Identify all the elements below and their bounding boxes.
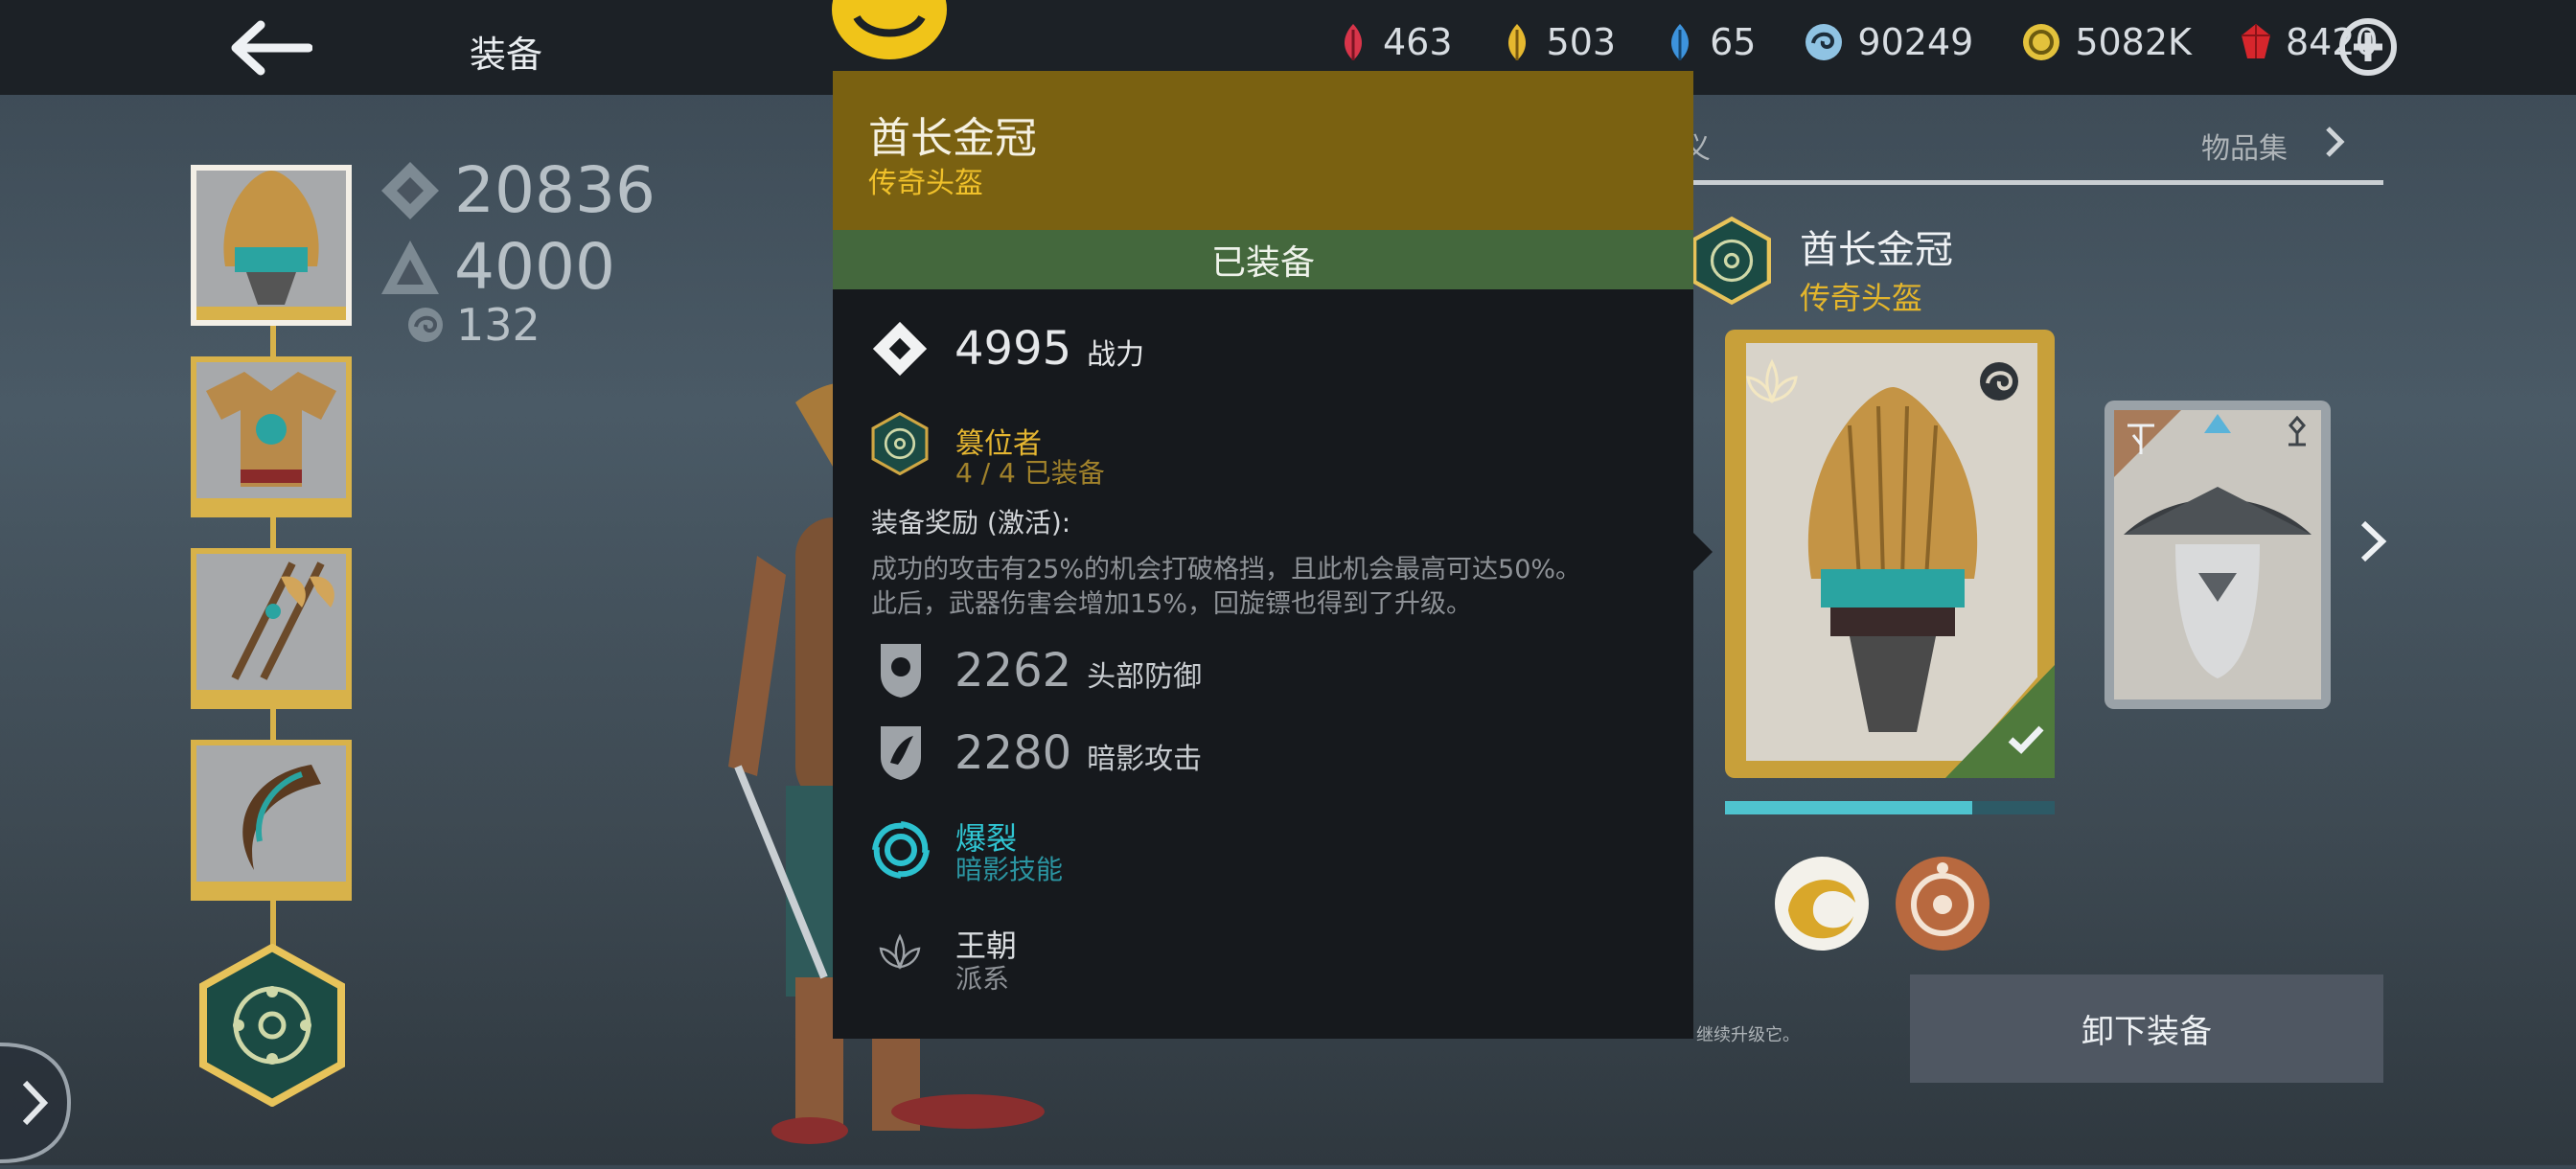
currency-gold-feather[interactable]: 503 [1501, 21, 1616, 63]
shadow-skill-icon[interactable] [1894, 855, 1991, 952]
panel-pointer [1693, 533, 1713, 571]
gold-feather-icon [1507, 24, 1526, 60]
currency-blue-feather[interactable]: 65 [1664, 21, 1756, 63]
skill-type: 暗影技能 [955, 854, 1064, 885]
expand-drawer-button[interactable] [0, 1041, 73, 1165]
head-defense-stat: 2262 头部防御 [954, 644, 1203, 698]
blue-feather-icon [1671, 24, 1690, 60]
unequip-button[interactable]: 卸下装备 [1910, 974, 2383, 1083]
upgrade-progress-fill [1725, 801, 1972, 814]
triangle-marker-icon [2204, 414, 2231, 433]
boomerang-icon [242, 765, 321, 870]
set-hexagon-icon[interactable] [199, 944, 345, 1107]
item-set-hexagon-icon [1692, 216, 1771, 306]
power-diamond-icon [381, 161, 439, 219]
shadow-attack-stat: 2280 暗影攻击 [954, 726, 1203, 780]
item-subtitle-right: 传奇头盔 [1800, 280, 1923, 316]
tab-collection[interactable]: 物品集 [2201, 125, 2288, 167]
burst-skill-icon[interactable] [1773, 855, 1871, 952]
currency-bar: 463 503 65 90249 5082K 8420 [1337, 21, 2379, 63]
shadow-attack-icon [881, 726, 921, 780]
back-arrow-icon [231, 20, 313, 76]
bonus-title: 装备奖励 (激活): [871, 507, 1071, 539]
total-power-stat: 20836 [380, 153, 656, 227]
set-count: 4 / 4 已装备 [955, 457, 1105, 489]
chevron-right-icon[interactable] [2322, 125, 2347, 159]
page-title: 装备 [470, 34, 543, 76]
item-name-right: 酋长金冠 [1800, 228, 1953, 272]
back-button[interactable] [230, 19, 313, 77]
next-item-chevron-icon[interactable] [2356, 517, 2390, 565]
upgrade-progress-bar [1725, 801, 2055, 814]
bonus-desc-line1: 成功的攻击有25%的机会打破格挡，且此机会最高可达50%。 [871, 555, 1582, 584]
slot-armor[interactable] [191, 356, 352, 517]
spearhead-icon [2128, 424, 2154, 454]
equipped-status-bar: 已装备 [833, 230, 1693, 289]
head-defense-icon [881, 644, 921, 698]
power-diamond-icon [872, 321, 928, 377]
slot-weapon[interactable] [191, 548, 352, 709]
upgrade-footnote: 继续升级它。 [1696, 1025, 1800, 1045]
ruby-icon [2241, 24, 2270, 58]
gold-emblem-icon [832, 0, 947, 59]
headdress-icon [1807, 387, 1978, 732]
gold-coin-icon [2023, 24, 2060, 60]
chevron-right-icon [0, 1043, 72, 1163]
currency-coin[interactable]: 5082K [2021, 21, 2192, 63]
tooltip-item-name: 酋长金冠 [868, 114, 1037, 163]
defense-triangle-icon [381, 240, 439, 294]
lotus-faction-icon [879, 933, 921, 970]
item-power-stat: 4995 战力 [954, 322, 1145, 376]
hat-icon [2124, 487, 2312, 678]
dual-axe-icon [231, 562, 334, 680]
red-feather-icon [1344, 24, 1363, 60]
set-hexagon-icon [871, 412, 929, 475]
currency-red-feather[interactable]: 463 [1337, 21, 1453, 63]
slot-ranged[interactable] [191, 740, 352, 901]
add-currency-button[interactable] [2338, 17, 2398, 77]
slot-helmet[interactable] [191, 165, 352, 326]
faction-type: 派系 [955, 963, 1010, 995]
total-level-stat: 132 [406, 299, 540, 351]
total-defense-stat: 4000 [380, 230, 615, 304]
armor-icon [206, 372, 336, 487]
equipped-label: 已装备 [1210, 243, 1315, 283]
currency-orb[interactable]: 90249 [1804, 21, 1973, 63]
burst-vortex-icon [872, 821, 930, 879]
helmet-icon [223, 171, 319, 305]
tooltip-header: 酋长金冠 传奇头盔 [833, 71, 1693, 230]
blue-orb-icon [1806, 24, 1843, 60]
pin-icon [2288, 416, 2306, 447]
next-item-card[interactable] [2104, 401, 2331, 709]
checkmark-icon [2008, 725, 2044, 754]
item-tooltip-panel: 酋长金冠 传奇头盔 已装备 4995 战力 篡位者 4 / 4 已装备 装备奖励… [833, 71, 1693, 1039]
selected-item-card[interactable] [1725, 330, 2055, 778]
plus-circle-icon [2339, 18, 2397, 76]
swirl-icon [408, 308, 443, 342]
bonus-desc-line2: 此后，武器伤害会增加15%，回旋镖也得到了升级。 [871, 589, 1473, 619]
tooltip-item-subtitle: 传奇头盔 [868, 167, 983, 200]
